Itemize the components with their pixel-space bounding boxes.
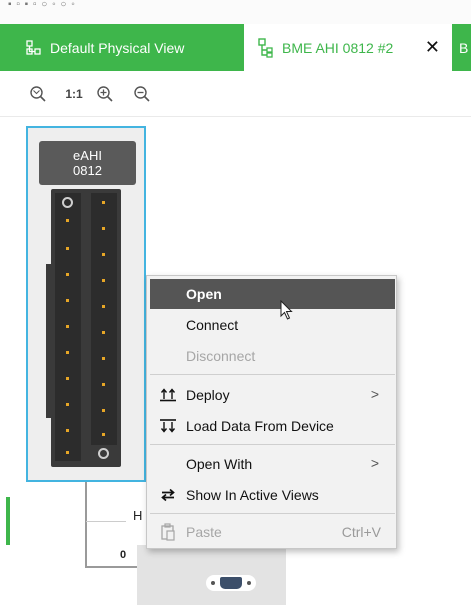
menu-item-disconnect: Disconnect <box>150 341 395 371</box>
terminal-column-left <box>55 193 81 461</box>
submenu-arrow-icon: > <box>370 455 379 471</box>
screw-icon <box>247 581 251 585</box>
connector-block[interactable] <box>137 545 286 605</box>
io-module-eahi-0812[interactable]: eAHI 0812 <box>26 126 146 482</box>
mouse-pointer-icon <box>280 299 293 325</box>
pin <box>102 227 105 230</box>
db9-connector-icon <box>206 575 256 591</box>
menu-separator <box>150 513 395 514</box>
menu-item-deploy[interactable]: Deploy > <box>150 380 395 410</box>
menu-item-label: Deploy <box>186 387 230 403</box>
pin <box>102 279 105 282</box>
menu-item-show-in-active-views[interactable]: Show In Active Views <box>150 480 395 510</box>
menu-separator <box>150 444 395 445</box>
partial-port-number: 0 <box>120 549 127 561</box>
zoom-fit-icon[interactable] <box>28 83 48 105</box>
pin <box>66 299 69 302</box>
menu-item-label: Connect <box>186 317 239 333</box>
submenu-arrow-icon: > <box>370 386 379 402</box>
diagram-toolbar: 1:1 <box>0 71 471 117</box>
module-label-line: 0812 <box>73 163 102 178</box>
tab-bme-ahi-0812[interactable]: BME AHI 0812 #2 ✕ <box>244 24 452 71</box>
db9-shell <box>220 577 242 589</box>
menu-item-label: Show In Active Views <box>186 487 319 503</box>
menu-separator <box>150 374 395 375</box>
terminal-block <box>51 189 121 467</box>
pin <box>102 305 105 308</box>
zoom-out-icon[interactable] <box>132 83 152 105</box>
module-label: eAHI 0812 <box>39 141 136 185</box>
terminal-screw-icon <box>98 448 109 459</box>
context-menu: Open Connect Disconnect Deploy > Load Da… <box>146 275 397 549</box>
terminal-screw-icon <box>62 197 73 208</box>
menu-item-paste: Paste Ctrl+V <box>150 517 395 547</box>
menu-item-shortcut: Ctrl+V <box>341 524 381 540</box>
toolbar-remnant-icons: ▪ ▫ ▪ ▫ ○ ◦ ○ ◦ <box>8 0 76 10</box>
pin <box>102 409 105 412</box>
actual-size-button[interactable]: 1:1 <box>63 83 85 105</box>
module-label-line: eAHI <box>73 148 102 163</box>
pin <box>66 351 69 354</box>
bus-connection-line <box>85 482 87 567</box>
tab-label: Default Physical View <box>50 39 185 56</box>
pin <box>102 253 105 256</box>
pin <box>66 403 69 406</box>
pin <box>102 331 105 334</box>
window-top-strip: ▪ ▫ ▪ ▫ ○ ◦ ○ ◦ <box>0 0 471 24</box>
module-tree-icon <box>258 37 274 58</box>
menu-item-connect[interactable]: Connect <box>150 310 395 340</box>
zoom-in-icon[interactable] <box>95 83 115 105</box>
deploy-icon <box>159 387 177 403</box>
terminal-column-right <box>91 193 117 445</box>
pin <box>66 219 69 222</box>
partial-label: H <box>133 508 143 523</box>
pin <box>66 273 69 276</box>
pin <box>66 247 69 250</box>
pin <box>102 201 105 204</box>
pin <box>102 383 105 386</box>
menu-item-label: Disconnect <box>186 348 256 364</box>
menu-item-label: Load Data From Device <box>186 418 334 434</box>
menu-item-load-data-from-device[interactable]: Load Data From Device <box>150 411 395 441</box>
pin <box>102 357 105 360</box>
bus-connection-line <box>85 566 137 568</box>
menu-item-label: Paste <box>186 524 222 540</box>
load-data-icon <box>159 418 177 434</box>
menu-item-open[interactable]: Open <box>150 279 395 309</box>
tab-label: BME AHI 0812 #2 <box>282 39 394 56</box>
pin <box>102 433 105 436</box>
screw-icon <box>211 581 215 585</box>
physical-view-icon <box>26 39 42 56</box>
pin <box>66 325 69 328</box>
tab-bar: Default Physical View BME AHI 0812 #2 ✕ … <box>0 24 471 71</box>
tab-overflow[interactable]: B <box>456 24 471 71</box>
pin <box>66 429 69 432</box>
paste-icon <box>159 523 177 541</box>
bus-connection-line <box>86 521 126 522</box>
pin <box>66 451 69 454</box>
menu-item-open-with[interactable]: Open With > <box>150 449 395 479</box>
swap-arrows-icon <box>159 487 177 503</box>
tab-default-physical-view[interactable]: Default Physical View <box>0 24 240 71</box>
menu-item-label: Open <box>186 286 222 302</box>
tab-label: B <box>459 39 469 56</box>
pin <box>66 377 69 380</box>
close-icon[interactable]: ✕ <box>425 37 440 57</box>
menu-item-label: Open With <box>186 456 253 472</box>
left-panel-marker <box>6 497 10 545</box>
